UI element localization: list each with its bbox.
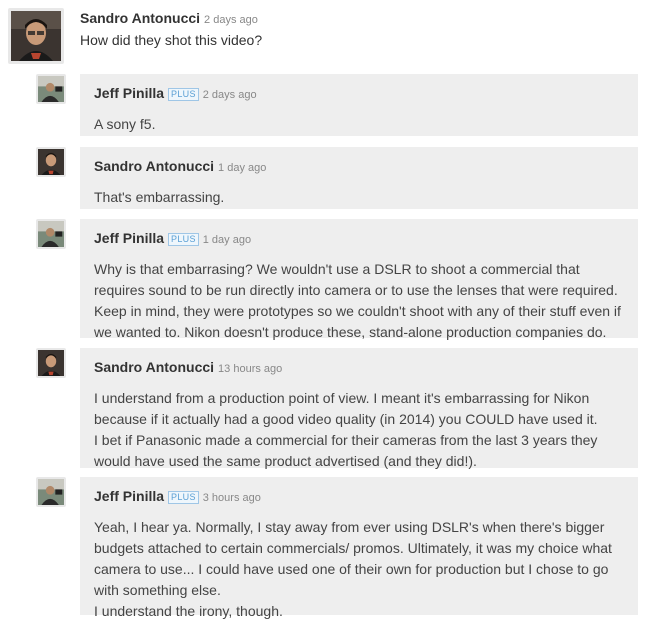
comment-bubble: Jeff Pinilla PLUS 2 days ago A sony f5.	[80, 74, 638, 136]
author-name[interactable]: Sandro Antonucci	[94, 158, 214, 174]
comment-text: Yeah, I hear ya. Normally, I stay away f…	[94, 519, 612, 619]
comment-header: Sandro Antonucci 2 days ago	[80, 10, 258, 28]
person-avatar-icon	[38, 149, 64, 175]
avatar[interactable]	[8, 8, 64, 64]
person-avatar-icon	[38, 76, 64, 102]
comment-bubble: Jeff Pinilla PLUS 3 hours ago Yeah, I hear…	[80, 477, 638, 619]
comment-header: Sandro Antonucci 13 hours ago	[94, 358, 624, 378]
author-name[interactable]: Sandro Antonucci	[80, 10, 200, 26]
plus-badge: PLUS	[168, 491, 199, 504]
avatar[interactable]	[36, 74, 66, 104]
top-comment: Sandro Antonucci 2 days ago How did they …	[0, 0, 648, 70]
timestamp[interactable]: 2 days ago	[203, 89, 257, 101]
avatar[interactable]	[36, 147, 66, 177]
timestamp[interactable]: 13 hours ago	[218, 363, 282, 375]
comment-text: That's embarrassing.	[94, 189, 225, 205]
author-name[interactable]: Sandro Antonucci	[94, 359, 214, 375]
comment-header: Jeff Pinilla PLUS 2 days ago	[94, 84, 624, 104]
timestamp[interactable]: 1 day ago	[203, 234, 251, 246]
avatar[interactable]	[36, 348, 66, 378]
person-avatar-icon	[38, 479, 64, 505]
person-avatar-icon	[38, 221, 64, 247]
comment-text: A sony f5.	[94, 116, 156, 132]
comment-bubble: Sandro Antonucci 1 day ago That's embarra…	[80, 147, 638, 209]
comment-text: How did they shot this video?	[80, 32, 263, 48]
timestamp[interactable]: 2 days ago	[204, 14, 258, 26]
person-avatar-icon	[11, 11, 61, 61]
comment-text: I understand from a production point of …	[94, 390, 598, 469]
comment-header: Sandro Antonucci 1 day ago	[94, 157, 624, 177]
author-name[interactable]: Jeff Pinilla	[94, 85, 164, 101]
avatar[interactable]	[36, 219, 66, 249]
avatar[interactable]	[36, 477, 66, 507]
timestamp[interactable]: 1 day ago	[218, 162, 266, 174]
comment-bubble: Sandro Antonucci 13 hours ago I understan…	[80, 348, 638, 469]
person-avatar-icon	[38, 350, 64, 376]
comment-text: Why is that embarrasing? We wouldn't use…	[94, 261, 621, 340]
comment-bubble: Jeff Pinilla PLUS 1 day ago Why is that em…	[80, 219, 638, 340]
plus-badge: PLUS	[168, 88, 199, 101]
author-name[interactable]: Jeff Pinilla	[94, 488, 164, 504]
timestamp[interactable]: 3 hours ago	[203, 492, 261, 504]
author-name[interactable]: Jeff Pinilla	[94, 230, 164, 246]
plus-badge: PLUS	[168, 233, 199, 246]
comment-header: Jeff Pinilla PLUS 3 hours ago	[94, 487, 624, 507]
comment-header: Jeff Pinilla PLUS 1 day ago	[94, 229, 624, 249]
